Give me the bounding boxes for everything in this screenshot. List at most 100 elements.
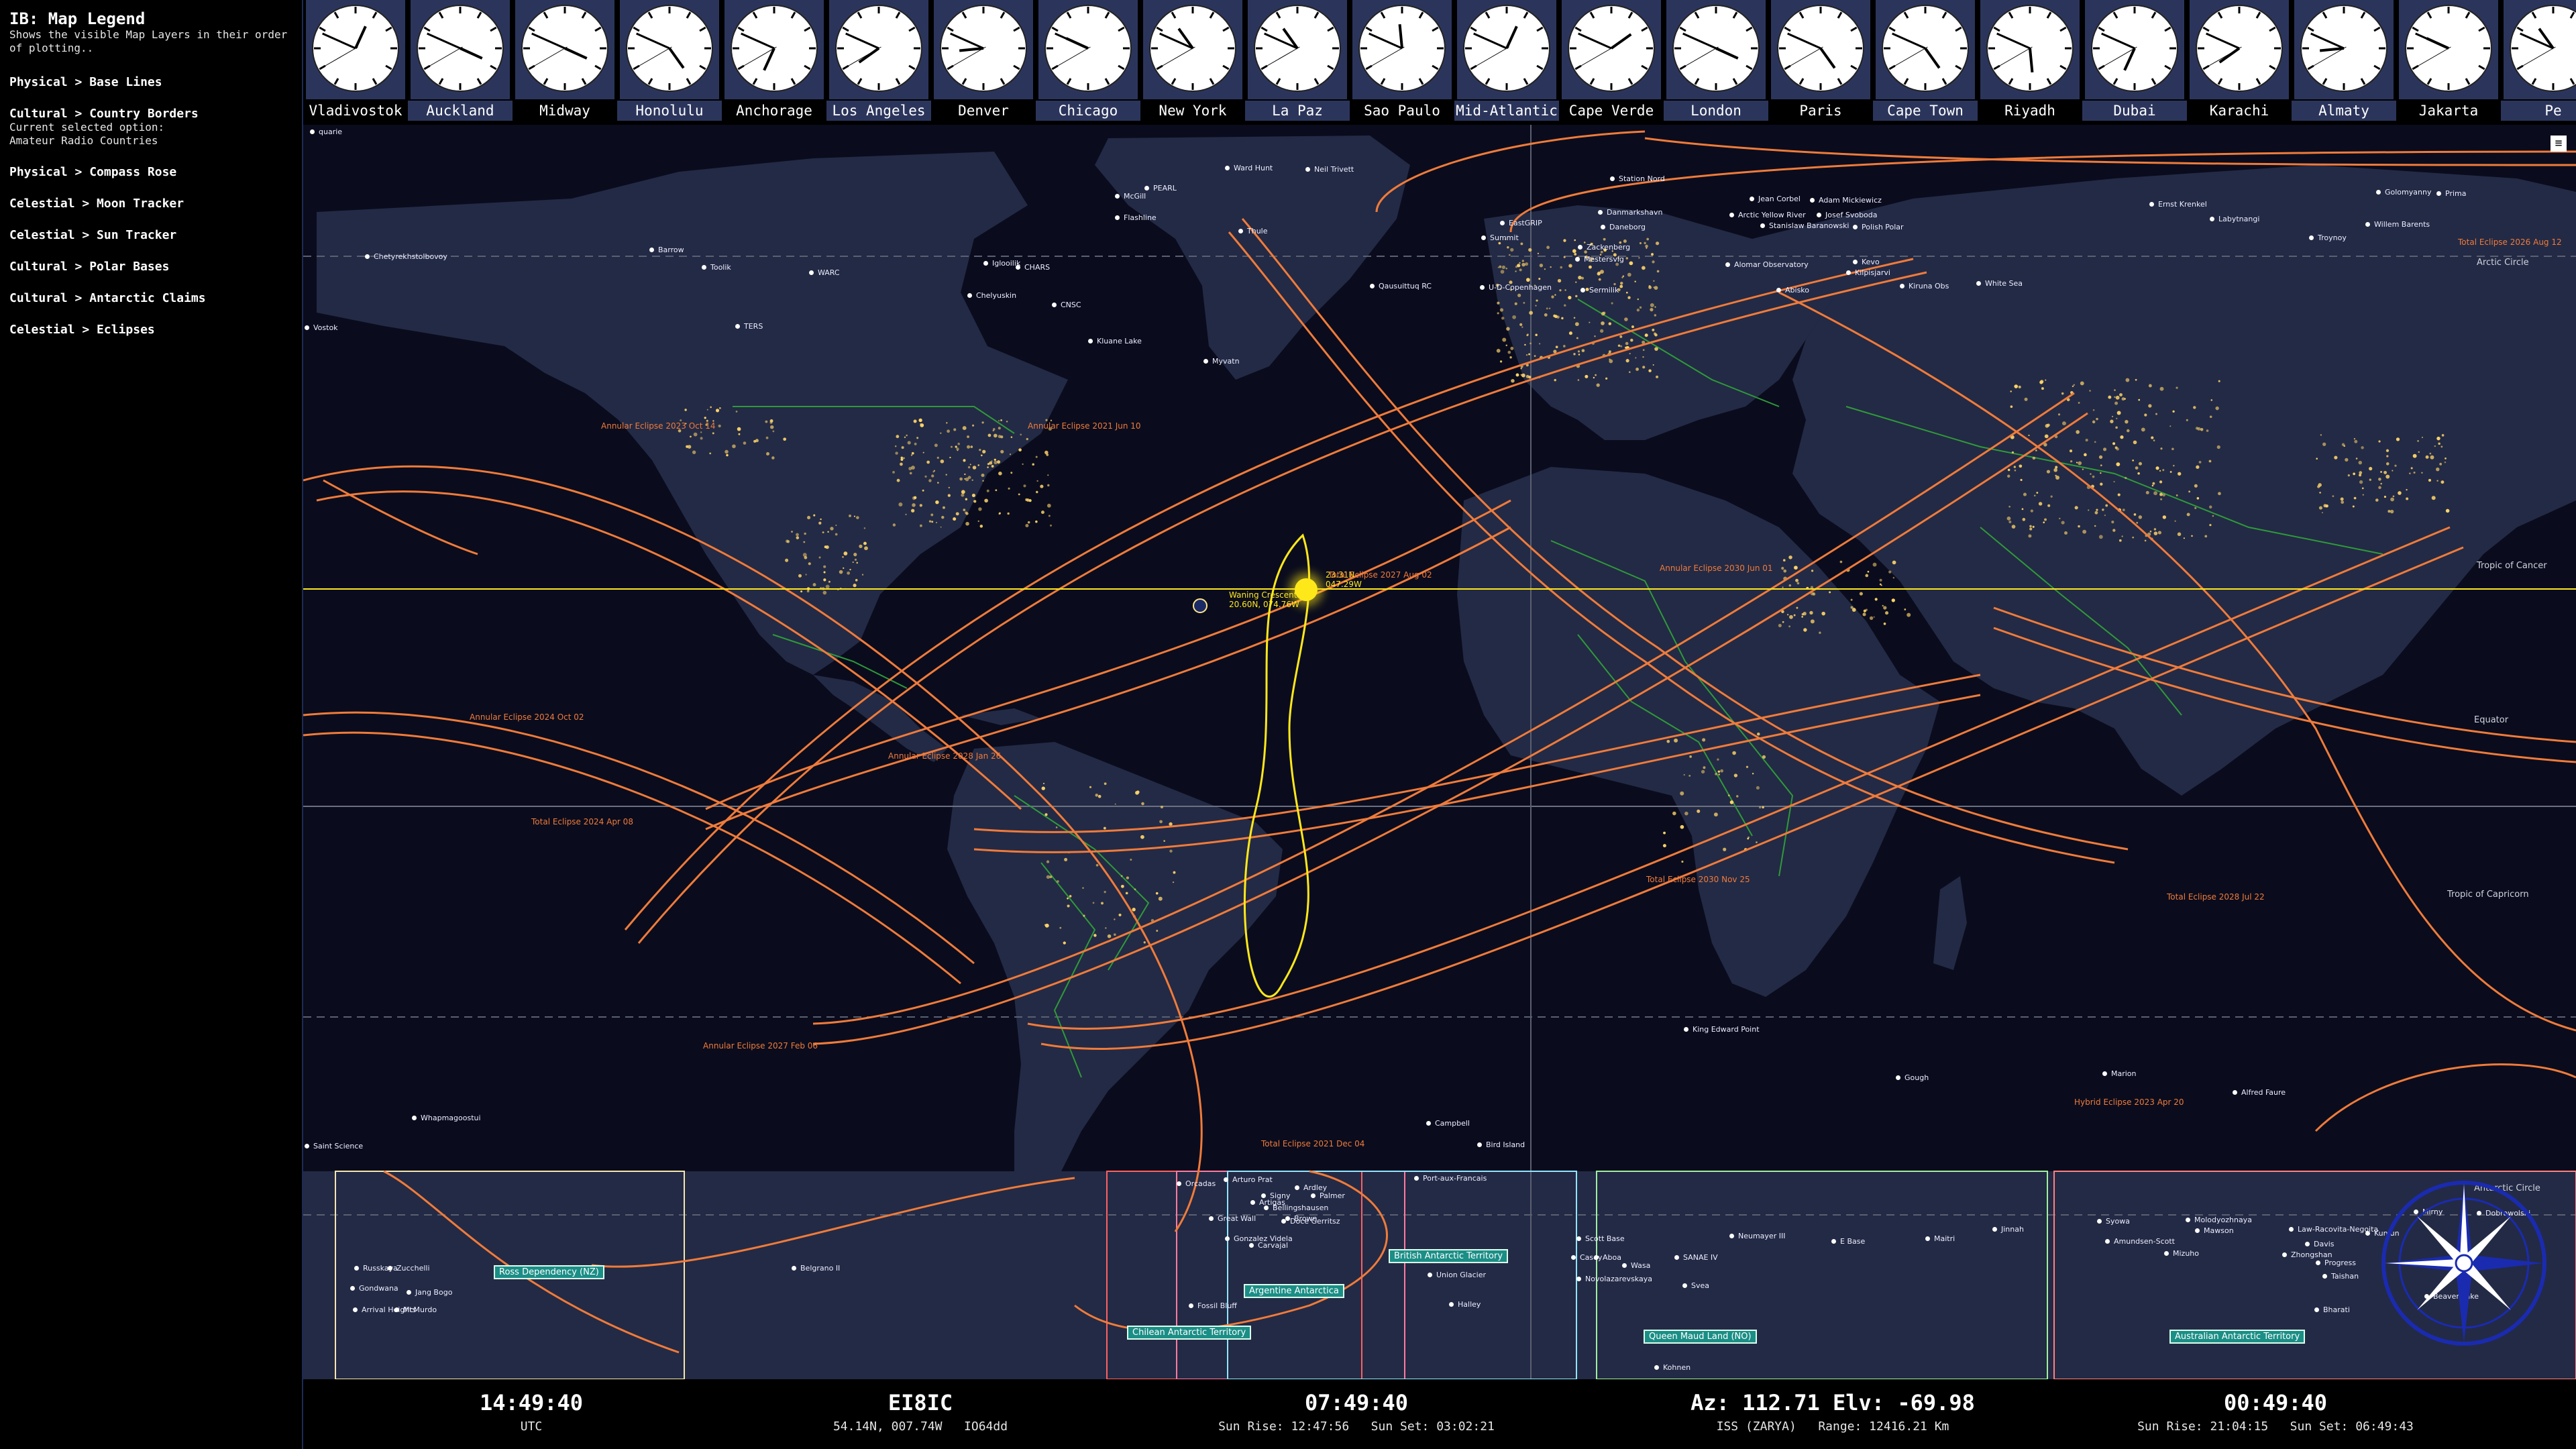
city-light: [1506, 327, 1510, 331]
city-light: [2116, 462, 2121, 466]
city-light: [2018, 385, 2021, 388]
base-name: Mizuho: [2173, 1249, 2199, 1258]
eclipse-label: Annular Eclipse 2028 Jan 26: [888, 751, 1002, 761]
city-light: [1048, 515, 1051, 517]
city-light: [959, 477, 963, 481]
city-light: [818, 521, 822, 525]
city-light: [2152, 482, 2155, 485]
base-marker-icon: [1831, 1239, 1836, 1244]
polar-base: Alfred Faure: [2233, 1085, 2286, 1098]
city-light: [1635, 357, 1637, 359]
base-marker-icon: [1428, 1273, 1432, 1277]
world-clock: Cape Verde: [1559, 0, 1664, 125]
city-light: [1508, 254, 1511, 256]
base-marker-icon: [1598, 210, 1603, 215]
legend-item-detail: Current selected option: Amateur Radio C…: [9, 121, 165, 147]
polar-base: Qausuittuq RC: [1370, 279, 1432, 292]
city-light: [2440, 480, 2445, 484]
base-marker-icon: [394, 1307, 399, 1312]
city-light: [896, 478, 900, 482]
city-light: [2436, 480, 2438, 482]
city-light: [853, 515, 856, 517]
polar-base: Troynoy: [2309, 231, 2347, 244]
city-light: [2353, 496, 2357, 500]
city-light: [2115, 395, 2120, 400]
city-light: [2323, 504, 2327, 508]
city-light: [947, 429, 950, 433]
city-light: [1904, 608, 1907, 610]
city-light: [1113, 933, 1116, 936]
city-light: [1561, 317, 1564, 320]
city-light: [2138, 398, 2141, 401]
polar-base: Union Glacier: [1428, 1268, 1486, 1281]
city-light: [971, 479, 973, 481]
city-light: [957, 442, 960, 445]
city-light: [2352, 505, 2355, 508]
city-light: [1155, 892, 1159, 895]
city-light: [2354, 439, 2358, 443]
city-light: [2078, 402, 2080, 404]
city-light: [1535, 333, 1538, 337]
city-light: [2358, 460, 2363, 465]
base-marker-icon: [1992, 1227, 1997, 1232]
base-name: Danmarkshavn: [1607, 208, 1663, 217]
city-light: [1563, 345, 1566, 347]
polar-base: Campbell: [1426, 1116, 1470, 1129]
city-light: [1132, 908, 1136, 912]
city-light: [2183, 537, 2185, 539]
city-light: [1535, 305, 1537, 307]
base-name: Sermilik: [1589, 286, 1619, 294]
city-light: [1173, 871, 1176, 874]
base-name: Novolazarevskaya: [1585, 1275, 1652, 1283]
city-light: [796, 533, 799, 537]
base-name: Jean Corbel: [1758, 195, 1801, 203]
city-light: [1646, 237, 1650, 241]
base-marker-icon: [1311, 1193, 1316, 1198]
city-light: [1907, 612, 1911, 617]
clock-face-icon: [411, 0, 510, 99]
city-light: [712, 432, 714, 435]
map-menu-icon[interactable]: ≡: [2551, 136, 2567, 152]
city-light: [2070, 460, 2073, 463]
base-marker-icon: [1622, 1263, 1627, 1268]
city-light: [1796, 606, 1799, 609]
city-light: [1683, 773, 1685, 776]
city-light: [2438, 442, 2440, 445]
base-name: Chetyrekhstolbovoy: [374, 252, 447, 261]
base-name: Aboa: [1603, 1253, 1621, 1262]
base-marker-icon: [2186, 1218, 2190, 1222]
city-light: [732, 444, 736, 449]
city-light: [1884, 611, 1889, 615]
city-light: [785, 558, 789, 562]
polar-base: Progress: [2316, 1256, 2356, 1269]
base-marker-icon: [1305, 167, 1310, 172]
city-light: [2114, 446, 2118, 449]
city-light: [1656, 375, 1659, 378]
polar-base: McMurdo: [394, 1303, 437, 1316]
city-light: [1064, 857, 1068, 861]
polar-base: Port-aux-Francais: [1414, 1171, 1487, 1184]
city-light: [1733, 773, 1738, 777]
city-light: [1782, 559, 1786, 562]
city-light: [1032, 463, 1034, 466]
city-light: [859, 544, 863, 549]
city-light: [2208, 460, 2212, 463]
city-light: [900, 462, 903, 466]
city-light: [2007, 468, 2010, 472]
city-light: [852, 561, 854, 564]
city-light: [825, 584, 830, 589]
city-light: [849, 568, 851, 571]
city-light: [1819, 631, 1821, 634]
city-light: [2385, 474, 2390, 479]
base-name: Kiruna Obs: [1909, 282, 1949, 290]
city-light: [1888, 570, 1892, 574]
city-light: [2159, 386, 2164, 391]
base-marker-icon: [350, 1286, 355, 1291]
clock-city-label: Sao Paulo: [1364, 103, 1440, 119]
city-light: [2169, 425, 2171, 427]
base-marker-icon: [2289, 1227, 2294, 1232]
city-light: [1723, 847, 1727, 851]
city-light: [998, 427, 1001, 430]
map-legend-panel: IB: Map Legend Shows the visible Map Lay…: [0, 0, 303, 1449]
world-map[interactable]: 23.31N 047.29W Waning Crescent 20.60N, 0…: [303, 125, 2576, 1379]
